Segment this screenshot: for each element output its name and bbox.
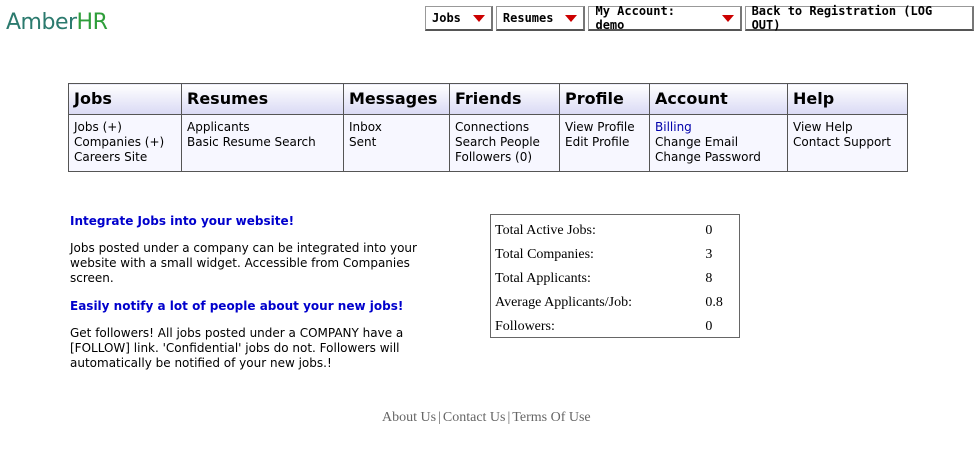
logo-text-hr: HR [76,10,108,35]
stat-value-applicants: 8 [705,271,713,286]
stat-value-active-jobs: 0 [705,223,713,238]
footer-link-about-us[interactable]: About Us [382,410,436,425]
menu-header-jobs: Jobs [68,83,182,115]
dropdown-arrow-icon [721,14,734,22]
menu-link-careers-site[interactable]: Careers Site [74,150,176,165]
menu-header-profile: Profile [559,83,650,115]
footer-separator: | [507,410,511,425]
menu-link-sent[interactable]: Sent [349,135,444,150]
info-text-integrate-jobs: Jobs posted under a company can be integ… [70,241,417,285]
menu-link-jobs[interactable]: Jobs (+) [74,120,176,135]
footer-separator: | [438,410,441,425]
stat-label-followers: Followers: [495,319,555,334]
menu-link-applicants[interactable]: Applicants [187,120,338,135]
stat-value-companies: 3 [705,247,713,262]
menu-header-friends: Friends [449,83,560,115]
menu-column-messages: Inbox Sent [343,114,450,172]
jobs-dropdown-button[interactable]: Jobs [425,6,493,31]
stat-row: Total Companies: 3 [495,243,735,267]
dropdown-arrow-icon [472,14,485,22]
menu-link-change-email[interactable]: Change Email [655,135,782,150]
main-menu-table: Jobs Resumes Messages Friends Profile Ac… [68,83,908,172]
menu-link-billing[interactable]: Billing [655,120,782,135]
footer-links: About Us | Contact Us | Terms Of Use [382,410,591,426]
menu-link-connections[interactable]: Connections [455,120,554,135]
info-section: Integrate Jobs into your website! Jobs p… [70,214,440,384]
menu-column-friends: Connections Search People Followers (0) [449,114,560,172]
stat-row: Total Applicants: 8 [495,267,735,291]
menu-link-inbox[interactable]: Inbox [349,120,444,135]
logo-text-amber: Amber [6,10,77,35]
menu-link-contact-support[interactable]: Contact Support [793,135,902,150]
menu-header-help: Help [787,83,908,115]
stat-label-companies: Total Companies: [495,247,594,262]
resumes-dropdown-button[interactable]: Resumes [495,6,586,31]
my-account-dropdown-button[interactable]: My Account: demo [588,4,742,32]
my-account-dropdown-label: My Account: demo [595,4,675,32]
resumes-dropdown-label: Resumes [502,11,554,25]
menu-column-jobs: Jobs (+) Companies (+) Careers Site [68,114,182,172]
menu-column-resumes: Applicants Basic Resume Search [181,114,344,172]
menu-header-account: Account [649,83,788,115]
menu-header-row: Jobs Resumes Messages Friends Profile Ac… [68,83,908,115]
menu-column-profile: View Profile Edit Profile [559,114,650,172]
info-heading-notify-people: Easily notify a lot of people about your… [70,299,404,313]
menu-link-edit-profile[interactable]: Edit Profile [565,135,644,150]
stat-label-active-jobs: Total Active Jobs: [495,223,596,238]
top-navigation: Jobs Resumes My Account: demo Back to Re… [425,4,977,32]
menu-column-account: Billing Change Email Change Password [649,114,788,172]
dropdown-arrow-icon [565,14,578,22]
logout-label: Back to Registration (LOG OUT) [751,4,933,32]
menu-link-change-password[interactable]: Change Password [655,150,782,165]
stat-label-applicants: Total Applicants: [495,271,591,286]
menu-items-row: Jobs (+) Companies (+) Careers Site Appl… [68,114,908,172]
menu-column-help: View Help Contact Support [787,114,908,172]
app-logo[interactable]: AmberHR [6,10,108,35]
menu-header-messages: Messages [343,83,450,115]
menu-link-basic-resume-search[interactable]: Basic Resume Search [187,135,338,150]
stats-box: Total Active Jobs: 0 Total Companies: 3 … [490,214,740,338]
info-heading-integrate-jobs: Integrate Jobs into your website! [70,214,295,228]
info-text-notify-people: Get followers! All jobs posted under a C… [70,326,404,370]
menu-link-search-people[interactable]: Search People [455,135,554,150]
logout-button[interactable]: Back to Registration (LOG OUT) [744,4,974,32]
footer-link-contact-us[interactable]: Contact Us [443,410,506,425]
footer-link-terms-of-use[interactable]: Terms Of Use [512,410,590,425]
stat-label-average-applicants: Average Applicants/Job: [495,295,632,310]
jobs-dropdown-label: Jobs [432,11,461,25]
menu-link-companies[interactable]: Companies (+) [74,135,176,150]
stat-value-average-applicants: 0.8 [705,295,723,310]
stat-row: Followers: 0 [495,315,735,339]
stat-value-followers: 0 [705,319,713,334]
menu-link-followers[interactable]: Followers (0) [455,150,554,165]
menu-link-view-help[interactable]: View Help [793,120,902,135]
stat-row: Total Active Jobs: 0 [495,219,735,243]
menu-header-resumes: Resumes [181,83,344,115]
stat-row: Average Applicants/Job: 0.8 [495,291,735,315]
menu-link-view-profile[interactable]: View Profile [565,120,644,135]
